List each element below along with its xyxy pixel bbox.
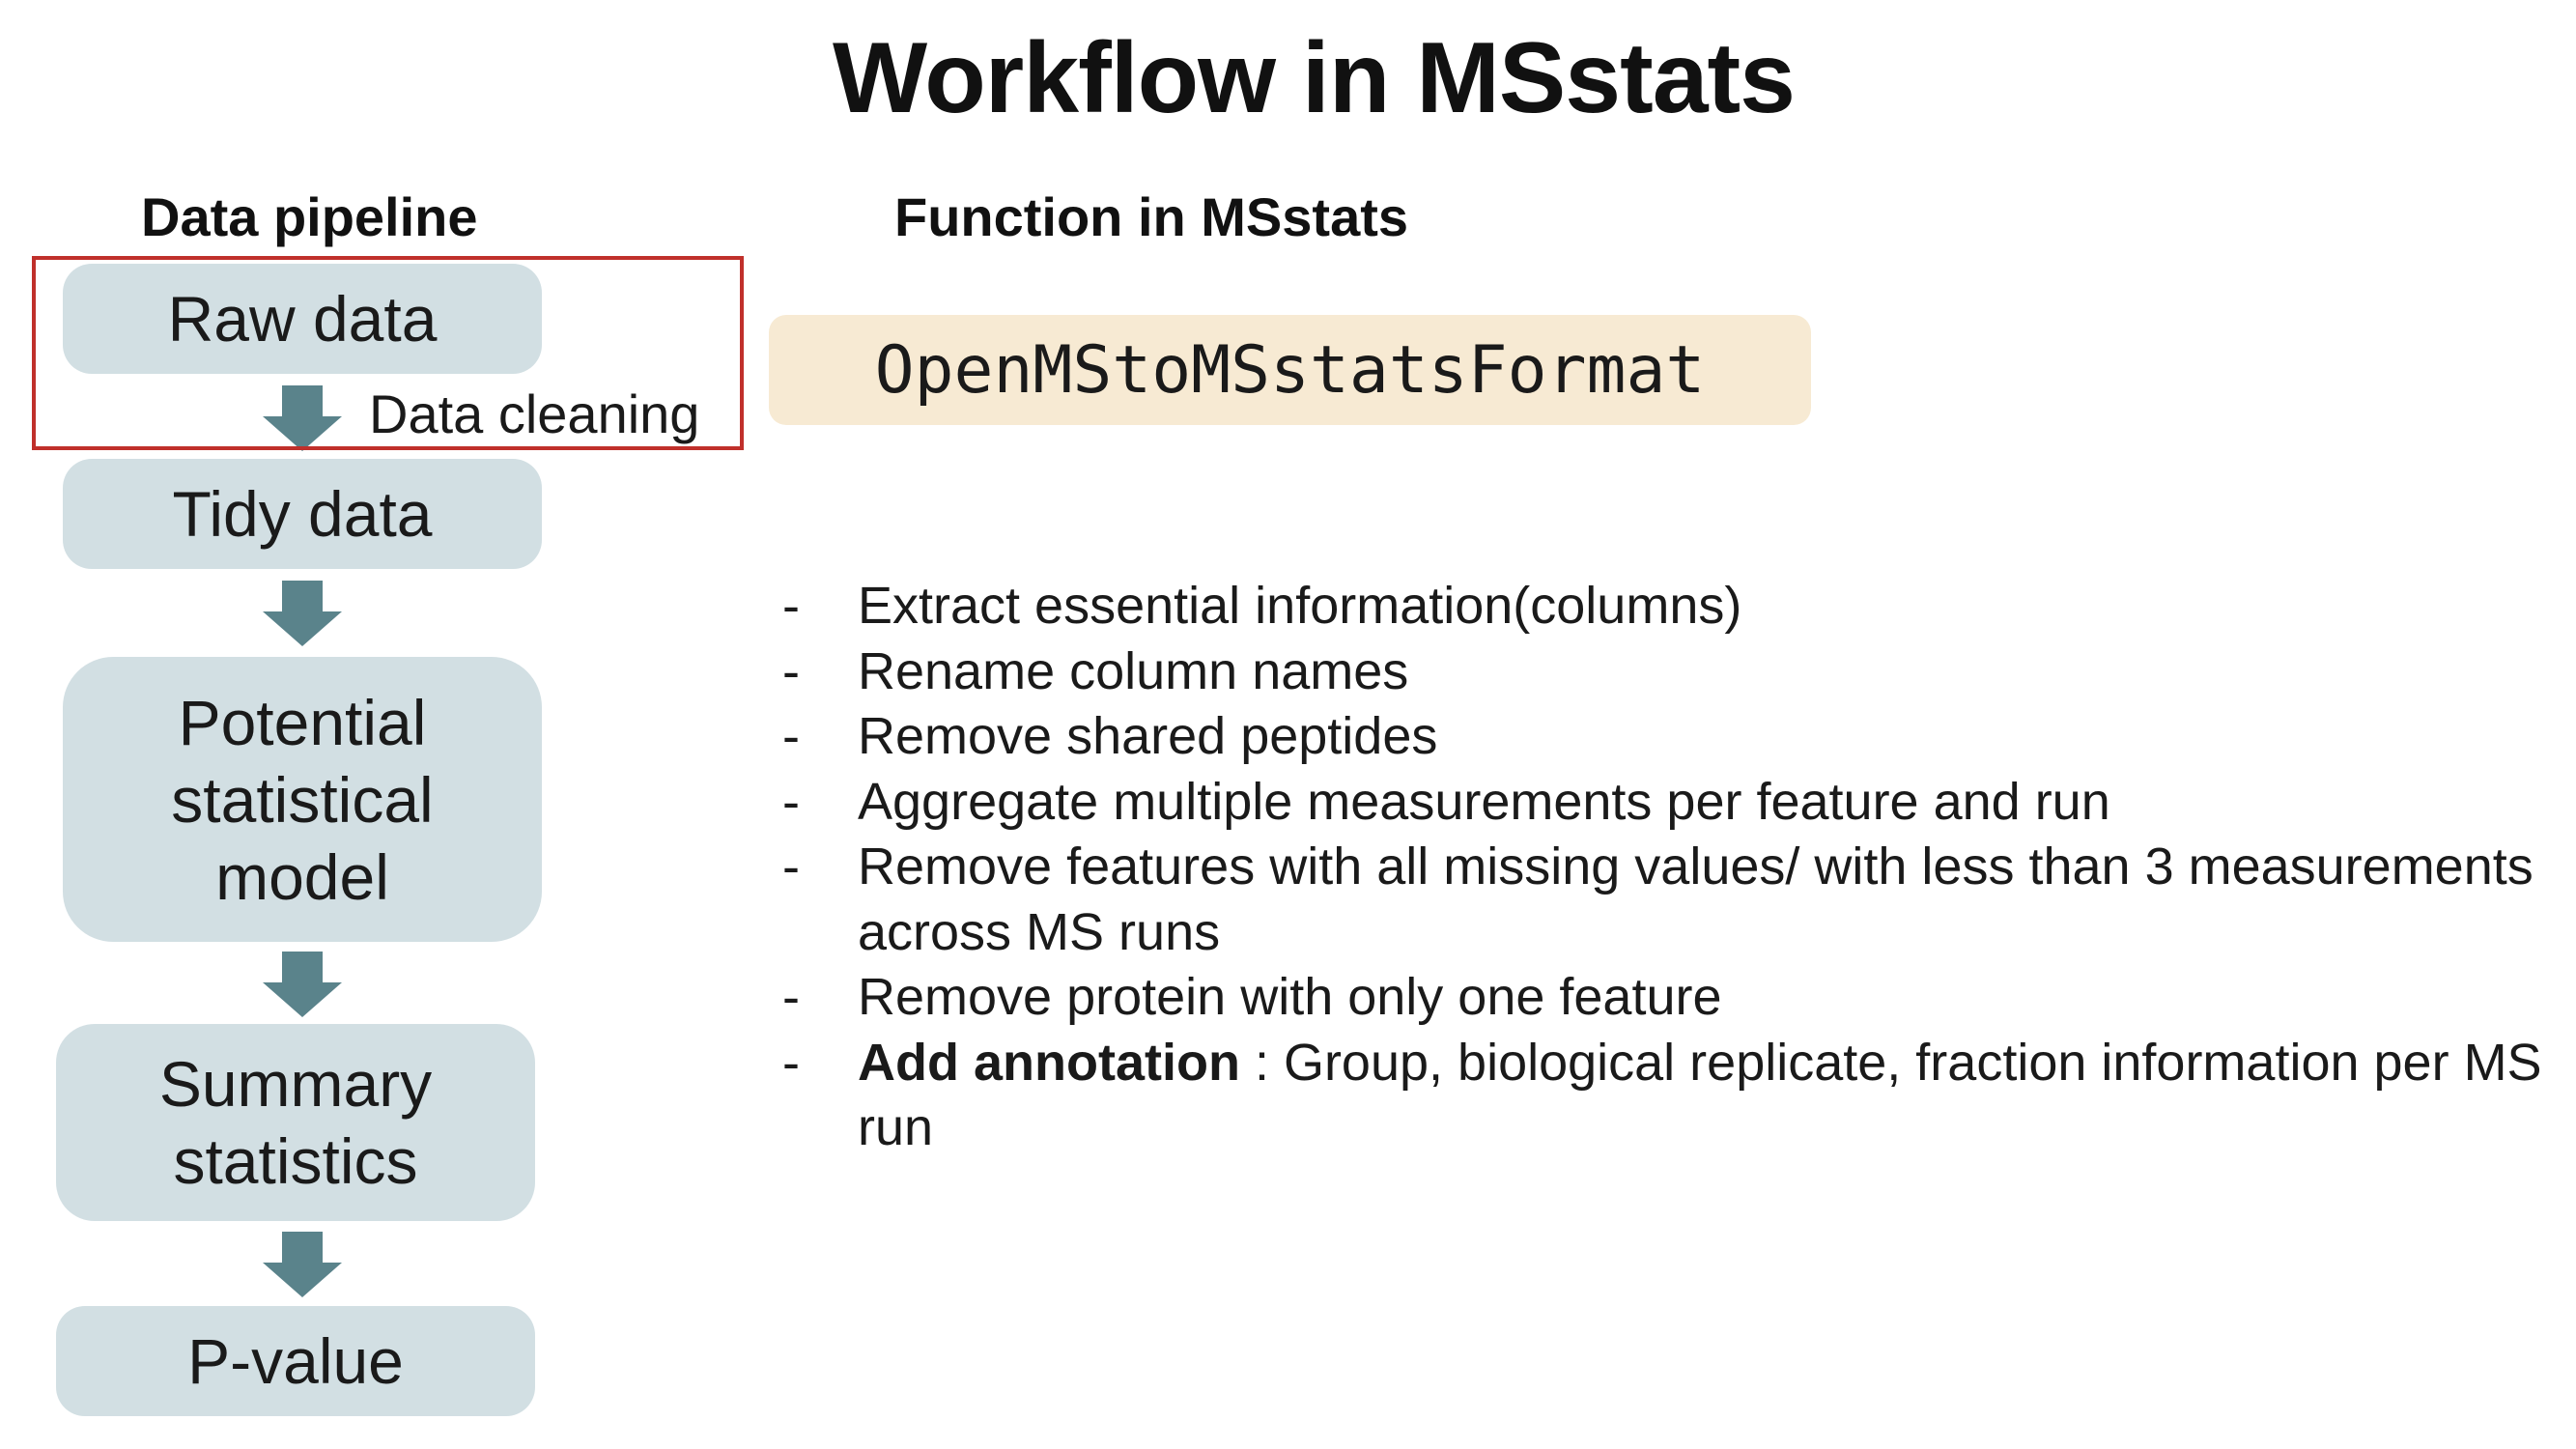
list-item: - Extract essential information(columns) <box>782 574 2560 639</box>
summary-label-line-2: statistics <box>173 1125 418 1197</box>
down-arrow-icon <box>263 581 342 646</box>
page-title: Workflow in MSstats <box>832 22 1796 134</box>
bullet-bold-text: Add annotation <box>858 1033 1240 1092</box>
function-name-box: OpenMStoMSstatsFormat <box>769 315 1811 425</box>
bullet-dash: - <box>782 772 800 831</box>
bullet-text: Rename column names <box>858 641 1409 700</box>
list-item: - Aggregate multiple measurements per fe… <box>782 770 2560 836</box>
list-item: - Remove shared peptides <box>782 704 2560 770</box>
list-item: - Add annotation : Group, biological rep… <box>782 1031 2560 1161</box>
model-label-line-1: Potential <box>178 686 427 758</box>
summary-statistics-box: Summary statistics <box>56 1024 535 1221</box>
summary-label-line-1: Summary <box>158 1048 433 1120</box>
statistical-model-box: Potential statistical model <box>63 657 542 942</box>
list-item: - Rename column names <box>782 639 2560 705</box>
pipeline-header: Data pipeline <box>141 186 478 247</box>
bullet-text: Extract essential information(columns) <box>858 577 1742 635</box>
list-item: - Remove features with all missing value… <box>782 835 2560 965</box>
down-arrow-icon <box>263 1232 342 1297</box>
bullet-text: Aggregate multiple measurements per feat… <box>858 772 2110 831</box>
p-value-box: P-value <box>56 1306 535 1416</box>
function-name: OpenMStoMSstatsFormat <box>874 331 1706 409</box>
p-value-label: P-value <box>187 1325 404 1397</box>
function-header: Function in MSstats <box>894 186 1408 247</box>
cleaning-steps-list: - Extract essential information(columns)… <box>782 574 2560 1161</box>
bullet-text: Remove shared peptides <box>858 707 1438 765</box>
bullet-dash: - <box>782 968 800 1026</box>
list-item: - Remove protein with only one feature <box>782 965 2560 1031</box>
down-arrow-icon <box>263 952 342 1017</box>
bullet-dash: - <box>782 577 800 635</box>
tidy-data-box: Tidy data <box>63 459 542 569</box>
bullet-dash: - <box>782 838 800 895</box>
model-label-line-2: statistical <box>171 763 434 836</box>
bullet-dash: - <box>782 641 800 700</box>
model-label-line-3: model <box>215 840 389 913</box>
data-cleaning-highlight <box>32 256 744 450</box>
bullet-text: Remove features with all missing values/… <box>858 838 2534 961</box>
bullet-dash: - <box>782 1033 800 1092</box>
bullet-text: Remove protein with only one feature <box>858 968 1722 1026</box>
bullet-dash: - <box>782 707 800 765</box>
tidy-data-label: Tidy data <box>172 478 433 550</box>
